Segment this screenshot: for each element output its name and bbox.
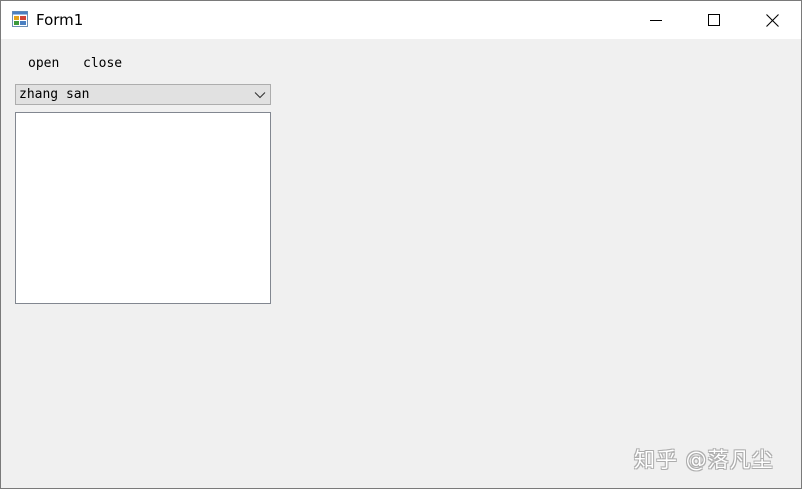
window-title: Form1	[36, 11, 84, 29]
chevron-down-icon[interactable]	[253, 89, 267, 101]
form-app-icon	[12, 11, 28, 27]
minimize-button[interactable]	[627, 1, 685, 39]
title-bar[interactable]: Form1	[1, 1, 801, 39]
maximize-icon	[708, 14, 720, 26]
close-icon	[765, 13, 779, 27]
minimize-icon	[650, 20, 662, 21]
menu-item-close[interactable]: close	[83, 56, 122, 71]
name-combobox[interactable]: zhang san	[15, 84, 271, 105]
maximize-button[interactable]	[685, 1, 743, 39]
combobox-selected-value: zhang san	[19, 87, 90, 102]
form-window: Form1 open close zhang san 知乎 @落凡尘	[0, 0, 802, 489]
watermark-text: 知乎 @落凡尘	[634, 448, 774, 472]
list-box[interactable]	[15, 112, 271, 304]
menu-bar: open close	[1, 53, 801, 75]
menu-item-open[interactable]: open	[28, 56, 59, 71]
close-window-button[interactable]	[743, 1, 801, 39]
